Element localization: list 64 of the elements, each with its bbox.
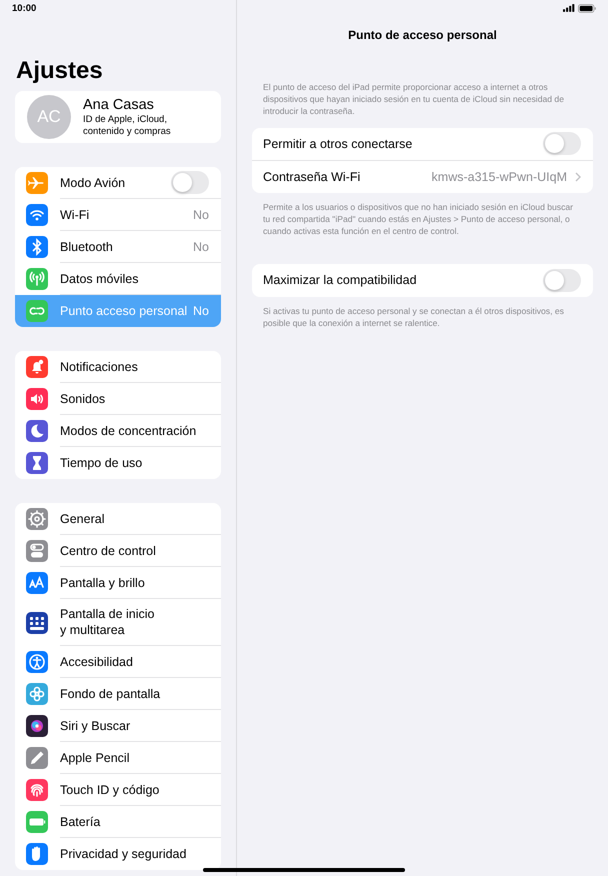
item-label: Batería <box>60 814 100 830</box>
section-footer: Si activas tu punto de acceso personal y se conectan a él otros dispositivos, es posible que la conexión a internet se ralentice. <box>252 304 593 328</box>
toggle-switch[interactable] <box>543 132 581 156</box>
item-value: No <box>193 208 209 222</box>
item-value: No <box>193 240 209 254</box>
status-time: 10:00 <box>12 2 36 14</box>
item-label: Wi-Fi <box>60 206 90 224</box>
settings-item[interactable]: Accesibilidad <box>15 646 221 678</box>
item-label: Notificaciones <box>60 358 138 376</box>
settings-item[interactable]: Notificaciones <box>15 351 221 383</box>
settings-item[interactable]: Sonidos <box>15 383 221 415</box>
settings-item[interactable]: Pantalla y brillo <box>15 567 221 599</box>
toggle-switch[interactable] <box>171 171 209 194</box>
profile-card[interactable]: AC Ana Casas ID de Apple, iCloud, contenido y compras <box>15 91 221 143</box>
page-title: Ajustes <box>16 57 104 86</box>
pane-title: Punto de acceso personal <box>347 28 498 44</box>
item-label: Fondo de pantalla <box>60 686 160 703</box>
settings-item[interactable]: Touch ID y código <box>15 774 221 806</box>
item-label: Sonidos <box>60 390 106 408</box>
profile-subtitle: ID de Apple, iCloud, contenido y compras <box>83 114 171 138</box>
settings-item[interactable]: General <box>15 503 221 535</box>
signal-icon <box>563 4 575 12</box>
settings-row[interactable]: Permitir a otros conectarse <box>252 128 593 160</box>
item-label: Tiempo de uso <box>60 455 142 472</box>
row-label: Permitir a otros conectarse <box>263 136 414 151</box>
item-label: Centro de control <box>60 542 156 560</box>
settings-item[interactable]: Bluetooth No <box>15 231 221 263</box>
settings-item[interactable]: Modos de concentración <box>15 415 221 447</box>
settings-item[interactable]: Privacidad y seguridad <box>15 838 221 870</box>
settings-item[interactable]: Modo Avión <box>15 167 221 199</box>
settings-item[interactable]: Pantalla de inicio y multitarea <box>15 599 221 646</box>
item-label: Punto acceso personal <box>60 303 188 320</box>
settings-item[interactable]: Siri y Buscar <box>15 710 221 742</box>
item-label: General <box>60 510 104 528</box>
section-footer: Permite a los usuarios o dispositivos que no han iniciado sesión en iCloud buscar tu red compartida "iPad" cuando estás en Ajustes > Punto de acceso personal, o cuando activas esta función en el centro de control. <box>252 201 593 237</box>
item-value: No <box>193 304 209 318</box>
settings-item[interactable]: Apple Pencil <box>15 742 221 774</box>
settings-row[interactable]: Maximizar la compatibilidad <box>252 264 593 296</box>
settings-item[interactable]: Tiempo de uso <box>15 447 221 479</box>
settings-item[interactable]: Wi-Fi No <box>15 199 221 231</box>
settings-item[interactable]: Centro de control <box>15 535 221 567</box>
item-label: Apple Pencil <box>60 750 130 767</box>
avatar: AC <box>27 95 71 139</box>
row-label: Maximizar la compatibilidad <box>263 273 418 288</box>
item-label: Siri y Buscar <box>60 718 130 735</box>
item-label: Bluetooth <box>60 238 113 256</box>
item-label: Datos móviles <box>60 270 138 288</box>
item-label: Modo Avión <box>60 174 126 192</box>
item-label: Touch ID y código <box>60 782 160 799</box>
row-value: kmws-a315-wPwn-UIqM <box>432 170 567 184</box>
chevron-icon <box>575 172 581 182</box>
item-label: Modos de concentración <box>60 422 196 440</box>
toggle-switch[interactable] <box>543 268 581 292</box>
profile-name: Ana Casas <box>83 96 155 112</box>
settings-item[interactable]: Batería <box>15 806 221 838</box>
item-label: Pantalla y brillo <box>60 574 145 592</box>
item-label: Privacidad y seguridad <box>60 846 186 863</box>
item-label: Pantalla de inicio y multitarea <box>60 606 155 639</box>
section-header: El punto de acceso del iPad permite proporcionar acceso a internet a otros dispositivos que hayan iniciado sesión en tu cuenta de iCloud sin necesidad de introducir la contraseña. <box>262 81 565 117</box>
settings-row[interactable]: Contraseña Wi-Fi kmws-a315-wPwn-UIqM <box>252 160 593 193</box>
row-label: Contraseña Wi-Fi <box>263 170 362 184</box>
battery-icon <box>578 4 596 12</box>
item-label: Accesibilidad <box>60 654 133 670</box>
settings-item[interactable]: Fondo de pantalla <box>15 678 221 710</box>
